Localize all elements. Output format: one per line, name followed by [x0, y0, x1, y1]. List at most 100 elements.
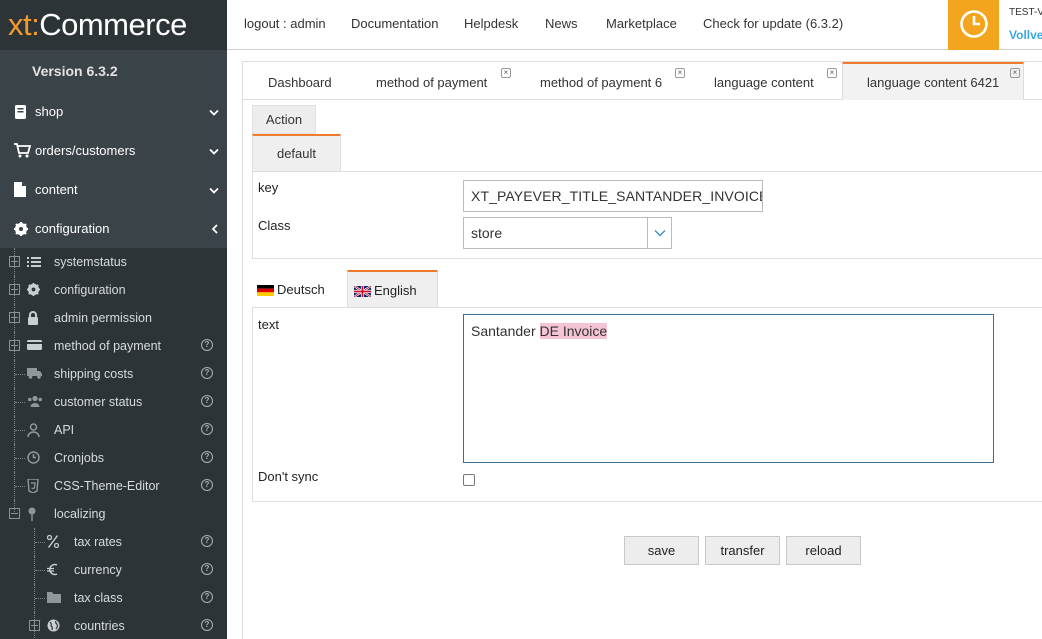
text-editor[interactable]: Santander DE Invoice: [463, 314, 994, 463]
text-content: Santander: [471, 323, 540, 339]
tree-label: API: [54, 423, 75, 437]
clock-button[interactable]: [948, 0, 999, 50]
marketplace-link[interactable]: Marketplace: [606, 16, 677, 31]
help-icon[interactable]: ?: [201, 479, 213, 491]
class-label: Class: [258, 218, 291, 233]
expand-toggle[interactable]: [9, 284, 20, 295]
tab-deutsch[interactable]: Deutsch: [252, 270, 338, 308]
tree-label: localizing: [54, 507, 106, 521]
uk-flag-icon: [353, 284, 372, 298]
save-button[interactable]: save: [624, 536, 699, 565]
logout-link[interactable]: logout : admin: [244, 16, 326, 31]
tree-item-countries[interactable]: countries ?: [0, 612, 227, 639]
helpdesk-link[interactable]: Helpdesk: [464, 16, 518, 31]
chevron-down-icon: [209, 144, 219, 159]
expand-toggle[interactable]: [9, 256, 20, 267]
tab-default[interactable]: default: [252, 134, 341, 172]
tree-item-customer-status[interactable]: customer status ?: [0, 388, 227, 416]
help-icon[interactable]: ?: [201, 619, 213, 631]
help-icon[interactable]: ?: [201, 367, 213, 379]
action-button[interactable]: Action: [252, 105, 316, 134]
tab-method-of-payment[interactable]: method of payment: [376, 62, 487, 100]
close-icon[interactable]: ×: [675, 68, 685, 78]
tree-item-configuration[interactable]: configuration: [0, 276, 227, 304]
tab-language-content[interactable]: language content: [714, 62, 814, 100]
documentation-link[interactable]: Documentation: [351, 16, 438, 31]
configuration-tree: systemstatus configuration admin permiss…: [0, 248, 227, 639]
general-fieldset: key XT_PAYEVER_TITLE_SANTANDER_INVOICE_D…: [252, 171, 1042, 259]
tree-item-css-theme-editor[interactable]: CSS-Theme-Editor ?: [0, 472, 227, 500]
check-update-link[interactable]: Check for update (6.3.2): [703, 16, 843, 31]
help-icon[interactable]: ?: [201, 591, 213, 603]
tree-item-admin-permission[interactable]: admin permission: [0, 304, 227, 332]
help-icon[interactable]: ?: [201, 451, 213, 463]
gear-icon: [27, 283, 41, 297]
truck-icon: [27, 367, 42, 381]
app-logo[interactable]: xt: Commerce: [0, 0, 227, 50]
tab-english[interactable]: English: [347, 270, 438, 308]
reload-button[interactable]: reload: [786, 536, 861, 565]
language-fieldset: text Santander DE Invoice Don't sync: [252, 307, 1042, 502]
tab-label: language content 6421: [867, 75, 1000, 90]
tree-item-shipping-costs[interactable]: shipping costs ?: [0, 360, 227, 388]
percent-icon: [46, 534, 61, 549]
help-icon[interactable]: ?: [201, 423, 213, 435]
tab-label: method of payment: [376, 75, 488, 90]
tree-item-systemstatus[interactable]: systemstatus: [0, 248, 227, 276]
menu-item-orders-customers[interactable]: orders/customers: [0, 131, 227, 170]
collapse-toggle[interactable]: [9, 508, 20, 519]
transfer-button[interactable]: transfer: [705, 536, 780, 565]
chevron-down-icon[interactable]: [647, 217, 672, 249]
expand-toggle[interactable]: [29, 620, 40, 631]
tab-dashboard[interactable]: Dashboard: [268, 62, 332, 100]
tab-label: method of payment 6: [540, 75, 663, 90]
tab-method-of-payment-6[interactable]: method of payment 6: [540, 62, 662, 100]
tree-item-tax-class[interactable]: tax class ?: [0, 584, 227, 612]
lock-icon: [27, 311, 41, 325]
close-icon[interactable]: ×: [501, 68, 511, 78]
version-label: Version 6.3.2: [32, 63, 118, 79]
tab-language-content-6421[interactable]: language content 6421: [842, 62, 1024, 100]
tree-item-method-of-payment[interactable]: method of payment ?: [0, 332, 227, 360]
tree-label: tax rates: [74, 535, 122, 549]
tree-item-currency[interactable]: currency ?: [0, 556, 227, 584]
key-input[interactable]: XT_PAYEVER_TITLE_SANTANDER_INVOICE_DE: [463, 180, 763, 212]
help-icon[interactable]: ?: [201, 535, 213, 547]
main-content: Dashboard method of payment × method of …: [227, 51, 1042, 639]
tree-item-tax-rates[interactable]: tax rates ?: [0, 528, 227, 556]
tree-label: Cronjobs: [54, 451, 105, 465]
close-icon[interactable]: ×: [1010, 68, 1020, 78]
close-icon[interactable]: ×: [827, 68, 837, 78]
account-info[interactable]: TEST-V Vollve: [999, 0, 1042, 50]
euro-icon: [47, 563, 61, 577]
german-flag-icon: [257, 284, 274, 296]
list-icon: [27, 255, 41, 269]
menu-label: configuration: [35, 221, 110, 236]
tab-label: language content: [714, 75, 814, 90]
chevron-down-icon: [209, 183, 219, 198]
menu-label: orders/customers: [35, 143, 136, 158]
edit-panel: Dashboard method of payment × method of …: [242, 61, 1042, 639]
class-select[interactable]: store: [463, 217, 672, 249]
globe-icon: [47, 619, 61, 633]
help-icon[interactable]: ?: [201, 563, 213, 575]
dont-sync-checkbox[interactable]: [463, 474, 475, 486]
expand-toggle[interactable]: [9, 312, 20, 323]
help-icon[interactable]: ?: [201, 395, 213, 407]
tree-item-cronjobs[interactable]: Cronjobs ?: [0, 444, 227, 472]
top-navigation: logout : admin Documentation Helpdesk Ne…: [227, 0, 1042, 50]
news-link[interactable]: News: [545, 16, 578, 31]
help-icon[interactable]: ?: [201, 339, 213, 351]
menu-item-configuration[interactable]: configuration: [0, 209, 227, 248]
tree-item-localizing[interactable]: localizing: [0, 500, 227, 528]
expand-toggle[interactable]: [9, 340, 20, 351]
text-label: text: [258, 317, 279, 332]
tree-label: countries: [74, 619, 125, 633]
tab-label: Dashboard: [268, 75, 332, 90]
clock-icon: [959, 9, 989, 42]
tree-label: shipping costs: [54, 367, 134, 381]
menu-item-shop[interactable]: shop: [0, 92, 227, 131]
tree-item-api[interactable]: API ?: [0, 416, 227, 444]
menu-item-content[interactable]: content: [0, 170, 227, 209]
sidebar: xt: Commerce Version 6.3.2 shop orders/cu…: [0, 0, 227, 639]
